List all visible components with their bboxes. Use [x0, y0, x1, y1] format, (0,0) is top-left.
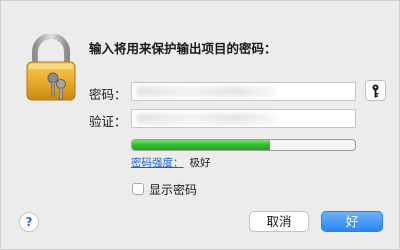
- verify-field[interactable]: [131, 109, 356, 128]
- password-assistant-button[interactable]: [365, 80, 386, 101]
- show-password-label[interactable]: 显示密码: [149, 181, 197, 198]
- padlock-with-keys-icon: [26, 34, 76, 101]
- password-field[interactable]: [131, 82, 356, 101]
- password-label: 密码：: [89, 87, 127, 102]
- help-button[interactable]: ?: [19, 212, 39, 232]
- show-password-checkbox[interactable]: [132, 183, 144, 195]
- password-strength-fill: [132, 140, 271, 150]
- password-strength-bar: [131, 139, 356, 151]
- dialog-title: 输入将用来保护输出项目的密码：: [89, 41, 277, 56]
- cancel-button[interactable]: 取消: [249, 211, 309, 232]
- obscured-password-text: [136, 86, 276, 97]
- password-strength-link[interactable]: 密码强度：: [131, 157, 184, 169]
- password-dialog: 输入将用来保护输出项目的密码： 密码： 验证： 密码强度： 极好 显示密码 ? 取…: [0, 0, 400, 250]
- password-strength-value: 极好: [189, 157, 211, 169]
- obscured-verify-text: [136, 113, 276, 124]
- ok-button[interactable]: 好: [321, 211, 383, 232]
- password-strength-row: 密码强度： 极好: [131, 155, 211, 170]
- key-icon: [372, 84, 379, 98]
- verify-label: 验证：: [89, 114, 127, 129]
